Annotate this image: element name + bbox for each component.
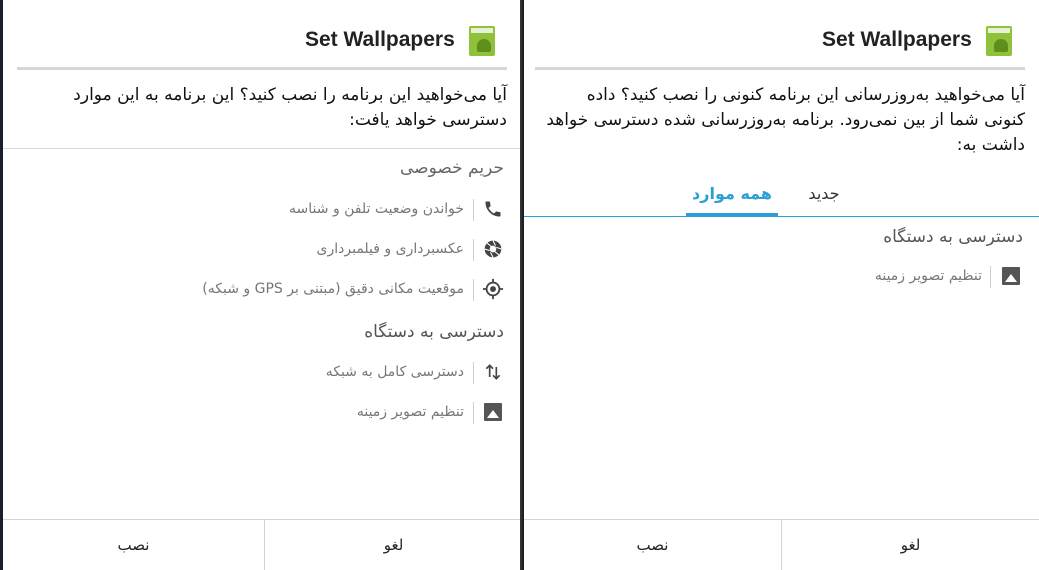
permission-item[interactable]: تنظیم تصویر زمینه <box>3 398 520 428</box>
picture-icon <box>1000 265 1022 287</box>
item-separator <box>473 279 474 301</box>
permission-label: تنظیم تصویر زمینه <box>356 404 464 420</box>
section-heading-privacy: حریم خصوصی <box>400 158 504 178</box>
tab-indicator <box>686 213 778 216</box>
network-arrows-icon <box>482 361 504 383</box>
cancel-button[interactable]: لغو <box>265 520 520 570</box>
section-heading-device: دسترسی به دستگاه <box>883 227 1023 247</box>
permission-item[interactable]: خواندن وضعیت تلفن و شناسه <box>3 195 520 225</box>
dialog-title-bar: Set Wallpapers <box>3 0 520 70</box>
picture-icon <box>482 401 504 423</box>
permission-label: عکسبرداری و فیلمبرداری <box>316 241 464 257</box>
cancel-button[interactable]: لغو <box>782 520 1039 570</box>
phone-icon <box>482 198 504 220</box>
dialog-title-bar: Set Wallpapers <box>524 0 1039 70</box>
section-heading-device: دسترسی به دستگاه <box>364 322 504 342</box>
item-separator <box>990 266 991 288</box>
app-title: Set Wallpapers <box>822 28 972 51</box>
app-title: Set Wallpapers <box>305 28 455 51</box>
tab-all[interactable]: همه موارد <box>686 170 778 216</box>
item-separator <box>473 199 474 221</box>
permission-item[interactable]: موقعیت مکانی دقیق (مبتنی بر GPS و شبکه) <box>3 275 520 305</box>
app-icon <box>986 26 1012 56</box>
item-separator <box>473 239 474 261</box>
install-question: آیا می‌خواهید این برنامه را نصب کنید؟ ای… <box>73 85 507 130</box>
title-divider <box>17 67 507 70</box>
install-dialog: Set Wallpapers آیا می‌خواهید این برنامه … <box>3 0 522 570</box>
dialog-footer: نصب لغو <box>524 519 1039 570</box>
permission-item[interactable]: تنظیم تصویر زمینه <box>524 262 1039 292</box>
item-separator <box>473 402 474 424</box>
permission-label: تنظیم تصویر زمینه <box>874 268 982 284</box>
camera-icon <box>482 238 504 260</box>
update-question: آیا می‌خواهید به‌روزرسانی این برنامه کنو… <box>546 85 1025 155</box>
item-separator <box>473 362 474 384</box>
permission-label: موقعیت مکانی دقیق (مبتنی بر GPS و شبکه) <box>202 281 464 297</box>
app-icon <box>469 26 495 56</box>
install-button[interactable]: نصب <box>524 520 781 570</box>
install-button[interactable]: نصب <box>3 520 264 570</box>
update-dialog: Set Wallpapers آیا می‌خواهید به‌روزرسانی… <box>524 0 1039 570</box>
tab-strip-line <box>524 216 1039 217</box>
dialog-footer: نصب لغو <box>3 519 520 570</box>
content-divider <box>3 148 520 149</box>
tab-new[interactable]: جدید <box>790 170 858 216</box>
permission-item[interactable]: عکسبرداری و فیلمبرداری <box>3 235 520 265</box>
title-divider <box>535 67 1025 70</box>
location-icon <box>482 278 504 300</box>
permission-label: دسترسی کامل به شبکه <box>325 364 464 380</box>
permission-item[interactable]: دسترسی کامل به شبکه <box>3 358 520 388</box>
permission-label: خواندن وضعیت تلفن و شناسه <box>289 201 464 217</box>
